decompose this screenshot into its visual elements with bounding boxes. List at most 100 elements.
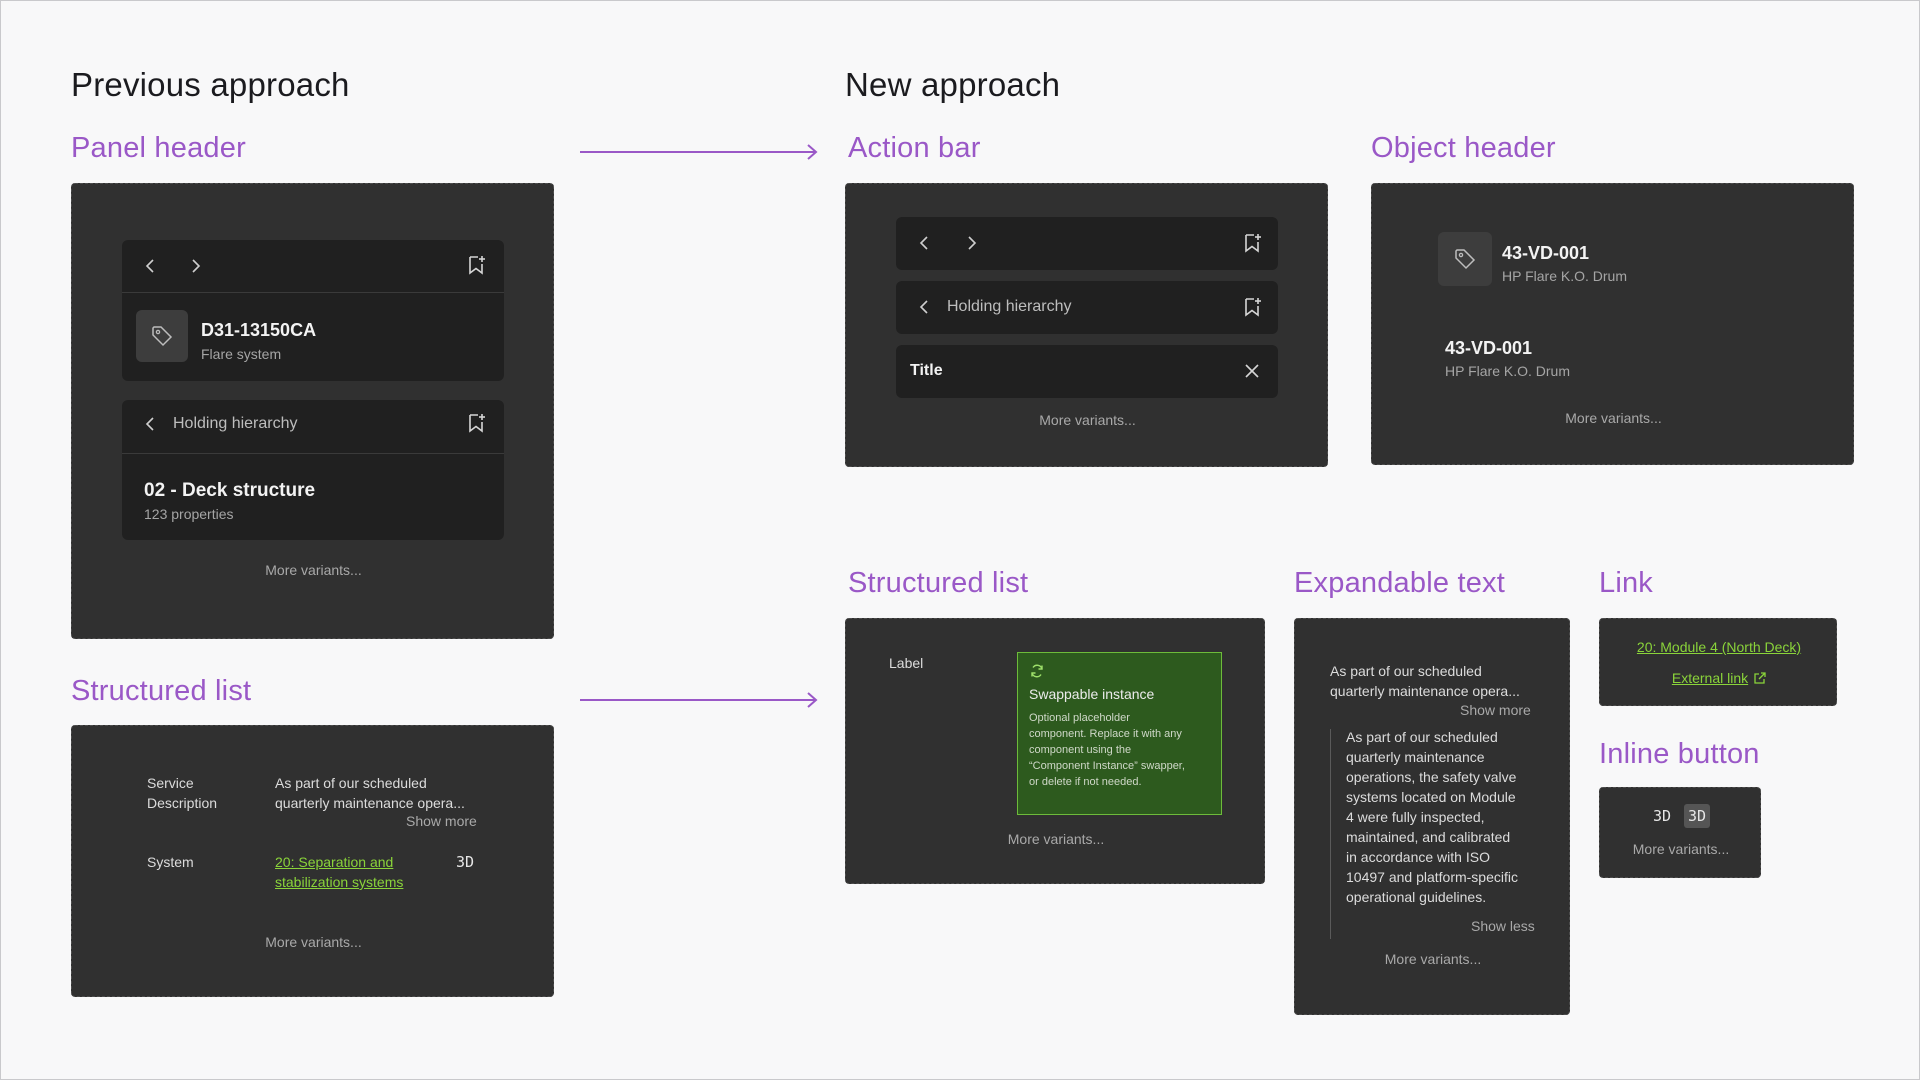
collapsed-line: As part of our scheduled bbox=[1330, 663, 1482, 679]
chevron-left-icon[interactable] bbox=[916, 297, 932, 317]
expanded-line: operations, the safety valve bbox=[1346, 769, 1517, 785]
collapsed-text: As part of our scheduled quarterly maint… bbox=[1330, 661, 1520, 701]
inline-button-card: 3D 3D More variants... bbox=[1599, 787, 1761, 878]
instance-line: component using the bbox=[1029, 744, 1132, 756]
action-bar-hierarchy: Holding hierarchy bbox=[896, 281, 1278, 334]
heading-previous-approach: Previous approach bbox=[71, 66, 350, 103]
3d-button[interactable]: 3D bbox=[456, 853, 474, 871]
more-variants-link[interactable]: More variants... bbox=[846, 412, 1329, 428]
expanded-line: systems located on Module bbox=[1346, 789, 1516, 805]
swappable-instance[interactable]: Swappable instance Optional placeholder … bbox=[1017, 652, 1222, 815]
object-title: 43-VD-001 bbox=[1502, 243, 1590, 263]
system-link-line: stabilization systems bbox=[275, 874, 404, 890]
instance-line: “Component Instance” swapper, bbox=[1029, 760, 1185, 772]
object-title: 43-VD-001 bbox=[1445, 338, 1533, 358]
system-link[interactable]: 20: Separation and stabilization systems bbox=[275, 852, 403, 892]
action-bar-title: Title bbox=[896, 345, 1278, 398]
panel-header-hierarchy: Holding hierarchy 02 - Deck structure 12… bbox=[122, 400, 504, 540]
action-bar-card: Holding hierarchy Title More variants... bbox=[845, 183, 1328, 467]
instance-title: Swappable instance bbox=[1029, 686, 1155, 702]
expanded-line: quarterly maintenance bbox=[1346, 749, 1485, 765]
arrow-right-icon bbox=[580, 691, 820, 709]
bookmark-add-icon[interactable] bbox=[1242, 232, 1262, 254]
bookmark-add-icon[interactable] bbox=[466, 254, 486, 276]
expanded-line: in accordance with ISO bbox=[1346, 849, 1490, 865]
tag-icon bbox=[136, 310, 188, 362]
object-subtitle: HP Flare K.O. Drum bbox=[1502, 268, 1627, 284]
expanded-line: maintained, and calibrated bbox=[1346, 829, 1511, 845]
chevron-left-icon[interactable] bbox=[142, 256, 158, 276]
row-label-service: Service Description bbox=[147, 773, 217, 813]
close-icon[interactable] bbox=[1242, 361, 1262, 381]
3d-button-active[interactable]: 3D bbox=[1684, 804, 1711, 828]
tag-icon bbox=[1438, 232, 1492, 286]
section-subtitle: 123 properties bbox=[144, 506, 234, 522]
title-label: Title bbox=[910, 362, 943, 379]
show-more-button[interactable]: Show more bbox=[1460, 702, 1531, 718]
more-variants-link[interactable]: More variants... bbox=[1600, 841, 1762, 857]
chevron-right-icon[interactable] bbox=[964, 233, 980, 253]
panel-header-object: D31-13150CA Flare system bbox=[122, 240, 504, 381]
bookmark-add-icon[interactable] bbox=[466, 412, 486, 434]
chevron-left-icon[interactable] bbox=[142, 414, 158, 434]
expanded-line: 4 were fully inspected, bbox=[1346, 809, 1485, 825]
section-title-structured-list-new: Structured list bbox=[848, 567, 1029, 599]
heading-new-approach: New approach bbox=[845, 66, 1061, 103]
instance-description: Optional placeholder component. Replace … bbox=[1029, 710, 1185, 790]
action-bar-nav bbox=[896, 217, 1278, 270]
external-link[interactable]: External link bbox=[1600, 670, 1838, 686]
row-value-line: quarterly maintenance opera... bbox=[275, 795, 465, 811]
structured-list-new-card: Label Swappable instance Optional placeh… bbox=[845, 618, 1265, 884]
expanded-line: operational guidelines. bbox=[1346, 889, 1487, 905]
bookmark-add-icon[interactable] bbox=[1242, 296, 1262, 318]
collapsed-line: quarterly maintenance opera... bbox=[1330, 683, 1520, 699]
chevron-right-icon[interactable] bbox=[188, 256, 204, 276]
more-variants-link[interactable]: More variants... bbox=[846, 831, 1266, 847]
row-value-description: As part of our scheduled quarterly maint… bbox=[275, 773, 465, 813]
link-card: 20: Module 4 (North Deck) External link bbox=[1599, 618, 1837, 706]
expanded-text: As part of our scheduled quarterly maint… bbox=[1346, 727, 1518, 907]
more-variants-link[interactable]: More variants... bbox=[1372, 410, 1855, 426]
object-header-card: 43-VD-001 HP Flare K.O. Drum 43-VD-001 H… bbox=[1371, 183, 1854, 465]
section-title: 02 - Deck structure bbox=[144, 480, 316, 501]
more-variants-link[interactable]: More variants... bbox=[1295, 951, 1571, 967]
instance-line: or delete if not needed. bbox=[1029, 776, 1142, 788]
instance-line: Optional placeholder bbox=[1029, 712, 1130, 724]
refresh-icon bbox=[1029, 663, 1045, 679]
row-value-line: As part of our scheduled bbox=[275, 775, 427, 791]
row-label: Label bbox=[889, 655, 924, 671]
external-link-label: External link bbox=[1671, 670, 1749, 686]
expandable-text-card: As part of our scheduled quarterly maint… bbox=[1294, 618, 1570, 1015]
more-variants-link[interactable]: More variants... bbox=[72, 934, 555, 950]
arrow-right-icon bbox=[580, 143, 820, 161]
object-subtitle: HP Flare K.O. Drum bbox=[1445, 363, 1570, 379]
show-more-button[interactable]: Show more bbox=[406, 813, 477, 829]
row-label-system: System bbox=[147, 854, 194, 870]
internal-link[interactable]: 20: Module 4 (North Deck) bbox=[1600, 639, 1838, 655]
object-subtitle: Flare system bbox=[201, 346, 282, 362]
3d-button[interactable]: 3D bbox=[1653, 807, 1671, 825]
system-link-line: 20: Separation and bbox=[275, 854, 394, 870]
row-label-line: Service bbox=[147, 775, 194, 791]
section-title-expandable-text: Expandable text bbox=[1294, 567, 1505, 599]
row-label-line: Description bbox=[147, 795, 218, 811]
object-title: D31-13150CA bbox=[201, 320, 317, 340]
panel-header-card: D31-13150CA Flare system Holding hierarc… bbox=[71, 183, 554, 639]
expanded-line: As part of our scheduled bbox=[1346, 729, 1498, 745]
instance-line: component. Replace it with any bbox=[1029, 728, 1182, 740]
structured-list-prev-card: Service Description As part of our sched… bbox=[71, 725, 554, 997]
more-variants-link[interactable]: More variants... bbox=[72, 562, 555, 578]
section-title-panel-header: Panel header bbox=[71, 132, 246, 164]
section-title-structured-list-prev: Structured list bbox=[71, 675, 252, 707]
section-title-object-header: Object header bbox=[1371, 132, 1556, 164]
quote-bar bbox=[1330, 729, 1331, 939]
section-title-link: Link bbox=[1599, 567, 1653, 599]
section-title-inline-button: Inline button bbox=[1599, 738, 1760, 770]
expanded-line: 10497 and platform-specific bbox=[1346, 869, 1518, 885]
hierarchy-label: Holding hierarchy bbox=[947, 298, 1072, 315]
show-less-button[interactable]: Show less bbox=[1471, 918, 1535, 934]
hierarchy-label: Holding hierarchy bbox=[173, 415, 298, 432]
chevron-left-icon[interactable] bbox=[916, 233, 932, 253]
section-title-action-bar: Action bar bbox=[848, 132, 981, 164]
external-link-icon bbox=[1752, 671, 1766, 685]
